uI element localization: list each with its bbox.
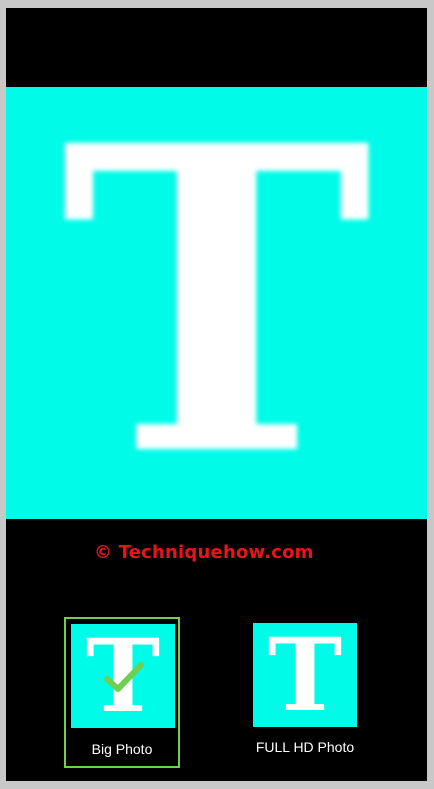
big-photo-label: Big Photo [91,741,153,757]
full-hd-photo-thumbnail: T [253,623,357,727]
preview-letter: T [60,87,373,519]
watermark-text: © Techniquehow.com [94,542,314,563]
photo-preview: T [6,87,427,519]
big-photo-thumbnail: T [71,624,175,728]
option-big-photo[interactable]: T Big Photo [64,617,180,768]
full-hd-photo-label: FULL HD Photo [255,739,355,755]
check-icon [104,662,144,692]
full-hd-thumb-letter: T [267,623,343,727]
app-frame: T © Techniquehow.com T Big Photo T FULL … [6,8,427,781]
option-full-hd-photo[interactable]: T FULL HD Photo [247,617,363,768]
